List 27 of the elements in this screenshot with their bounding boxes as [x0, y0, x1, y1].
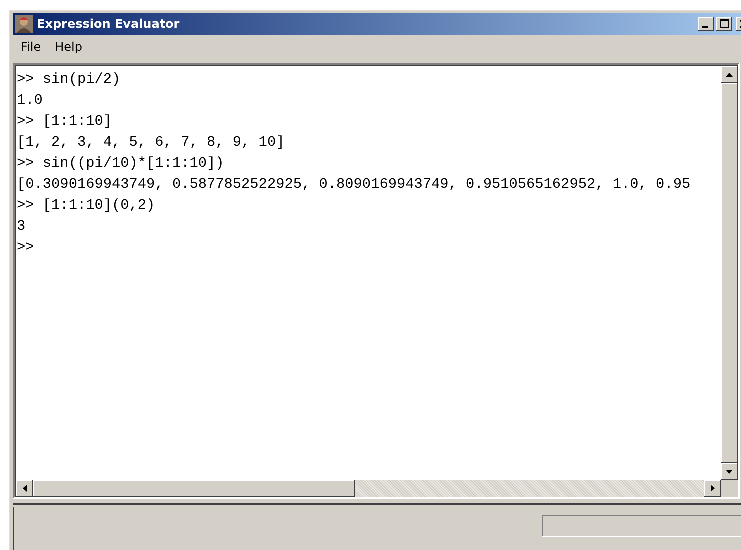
console-line: 3 [17, 218, 27, 237]
window-title: Expression Evaluator [37, 17, 181, 31]
scroll-right-button[interactable] [704, 480, 721, 497]
maximize-icon [720, 19, 728, 28]
console-line: >> sin(pi/2) [17, 71, 122, 90]
maximize-button[interactable] [716, 17, 732, 31]
console-area[interactable]: >> sin(pi/2) 1.0 >> [1:1:10] [1, 2, 3, 4, 5, 6, 7, 8, 9, 10] >> sin((pi/10)*[1:1:10]) [0.3090169943749, 0.5877852522925, 0.8090169943749, 0.9510565162952, 1.0, 0.95 >> [1:1:10](0,2) 3 >> [15, 65, 738, 480]
scroll-up-button[interactable] [721, 66, 738, 83]
console-line: [0.3090169943749, 0.5877852522925, 0.8090169943749, 0.9510565162952, 1.0, 0.95 [17, 176, 692, 195]
menu-item[interactable]: File [15, 38, 48, 56]
down-arrow-icon [726, 470, 733, 474]
right-arrow-icon [710, 485, 714, 492]
left-arrow-icon [22, 485, 26, 492]
console-line: >> [1:1:10] [17, 113, 113, 132]
console-line: [1, 2, 3, 4, 5, 6, 7, 8, 9, 10] [17, 134, 286, 153]
console-line: >> sin((pi/10)*[1:1:10]) [17, 155, 226, 174]
console-line: 1.0 [17, 92, 44, 111]
scroll-left-button[interactable] [16, 480, 33, 497]
scroll-down-button[interactable] [721, 463, 738, 480]
portrait-icon [15, 15, 33, 33]
menu-item[interactable]: Help [49, 38, 88, 56]
minimize-button[interactable] [698, 17, 714, 31]
scroll-thumb[interactable] [33, 480, 356, 497]
console-line: >> [17, 239, 36, 258]
console-line: >> [1:1:10](0,2) [17, 197, 156, 216]
up-arrow-icon [726, 72, 733, 76]
horizontal-scrollbar[interactable] [16, 480, 721, 497]
